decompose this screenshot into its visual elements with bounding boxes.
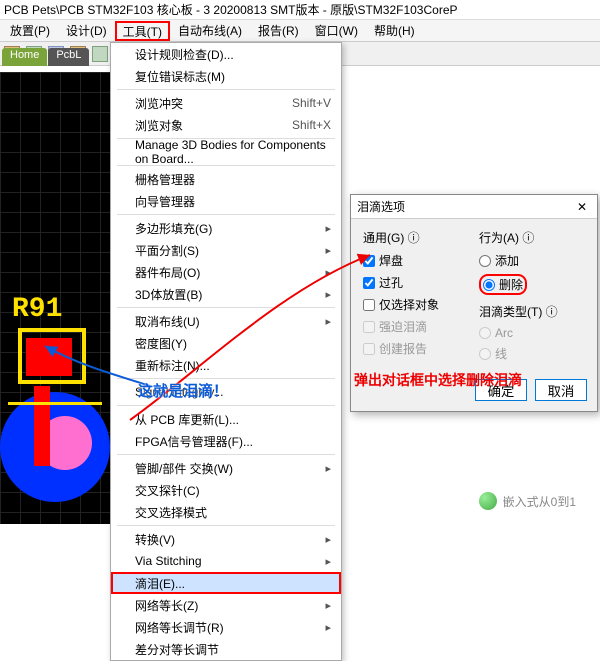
menu-item-label: 设计规则检查(D)...	[135, 46, 234, 63]
menu-item-label: 向导管理器	[135, 193, 195, 210]
menu-item[interactable]: 管脚/部件 交换(W)	[111, 457, 341, 479]
tool-icon[interactable]	[92, 46, 108, 62]
annotation-teardrop: 这就是泪滴！	[138, 380, 228, 401]
group-general: 通用(G) ⓘ	[363, 229, 469, 246]
menu-item-label: Manage 3D Bodies for Components on Board…	[135, 138, 331, 166]
menu-item-label: FPGA信号管理器(F)...	[135, 433, 253, 450]
menu-item[interactable]: 网络等长(Z)	[111, 594, 341, 616]
menu-item[interactable]: 交叉探针(C)	[111, 479, 341, 501]
menu-shortcut: Shift+X	[292, 118, 331, 132]
silk-line	[8, 402, 102, 482]
menu-autoroute[interactable]: 自动布线(A)	[170, 20, 250, 42]
menu-item[interactable]: 栅格管理器	[111, 168, 341, 190]
window-titlebar: PCB Pets\PCB STM32F103 核心板 - 3 20200813 …	[0, 0, 600, 20]
menu-item-label: 交叉探针(C)	[135, 482, 200, 499]
menu-item[interactable]: 复位错误标志(M)	[111, 65, 341, 87]
refdes-label: R91	[12, 294, 62, 325]
menu-design[interactable]: 设计(D)	[58, 20, 115, 42]
opt-arc: Arc	[479, 326, 585, 340]
menu-item-label: Via Stitching	[135, 554, 202, 568]
tab-label: Home	[10, 49, 39, 61]
group-action: 行为(A) ⓘ	[479, 229, 585, 246]
wechat-icon	[479, 492, 497, 510]
menu-item[interactable]: 滴泪(E)...	[111, 572, 341, 594]
menu-place[interactable]: 放置(P)	[2, 20, 58, 42]
help-icon[interactable]: ⓘ	[546, 305, 558, 319]
annotation-dialog: 弹出对话框中选择删除泪滴	[354, 370, 522, 390]
highlight-circle: 删除	[479, 274, 527, 295]
menu-item[interactable]: 转换(V)	[111, 528, 341, 550]
tab-home[interactable]: Home	[2, 48, 47, 66]
menu-shortcut: Shift+V	[292, 96, 331, 110]
menu-item-label: 转换(V)	[135, 531, 175, 548]
menu-item[interactable]: 网络等长调节(R)	[111, 616, 341, 638]
menu-item-label: 复位错误标志(M)	[135, 68, 225, 85]
close-icon[interactable]: ✕	[573, 200, 591, 214]
watermark: 嵌入式从0到1	[479, 492, 576, 510]
help-icon[interactable]: ⓘ	[408, 231, 420, 245]
opt-line: 线	[479, 345, 585, 362]
dialog-title: 泪滴选项	[357, 198, 405, 215]
menu-item-label: 差分对等长调节	[135, 641, 219, 658]
menu-item[interactable]: Via Stitching	[111, 550, 341, 572]
menu-item[interactable]: Manage 3D Bodies for Components on Board…	[111, 141, 341, 163]
document-tabs: Home PcbL	[2, 48, 89, 66]
tab-pcb[interactable]: PcbL	[48, 48, 89, 66]
menu-item[interactable]: 差分对等长调节	[111, 638, 341, 660]
menu-item-label: 多边形填充(G)	[135, 220, 212, 237]
menu-item-label: 管脚/部件 交换(W)	[135, 460, 233, 477]
menu-item-label: 交叉选择模式	[135, 504, 207, 521]
pcb-canvas[interactable]: R91	[0, 72, 110, 524]
menu-item-label: 网络等长调节(R)	[135, 619, 224, 636]
menu-item[interactable]: FPGA信号管理器(F)...	[111, 430, 341, 452]
menu-item-label: 浏览冲突	[135, 95, 183, 112]
opt-delete[interactable]: 删除	[483, 276, 523, 293]
group-td-type: 泪滴类型(T) ⓘ	[479, 303, 585, 320]
menu-item[interactable]: 浏览冲突 Shift+V	[111, 92, 341, 114]
tab-label: PcbL	[56, 49, 81, 61]
menu-tools[interactable]: 工具(T)	[115, 21, 170, 41]
menu-item[interactable]: 向导管理器	[111, 190, 341, 212]
menu-item[interactable]: 多边形填充(G)	[111, 217, 341, 239]
cancel-button[interactable]: 取消	[535, 379, 587, 401]
menu-item-label: 滴泪(E)...	[135, 575, 185, 592]
menu-item-label: 浏览对象	[135, 117, 183, 134]
menu-item-label: 网络等长(Z)	[135, 597, 198, 614]
menu-item[interactable]: 设计规则检查(D)...	[111, 43, 341, 65]
menu-item-label: 栅格管理器	[135, 171, 195, 188]
menu-item[interactable]: 交叉选择模式	[111, 501, 341, 523]
menu-help[interactable]: 帮助(H)	[366, 20, 423, 42]
opt-add[interactable]: 添加	[479, 252, 585, 269]
menu-report[interactable]: 报告(R)	[250, 20, 307, 42]
menu-item[interactable]: 浏览对象 Shift+X	[111, 114, 341, 136]
help-icon[interactable]: ⓘ	[522, 231, 534, 245]
menu-window[interactable]: 窗口(W)	[307, 20, 366, 42]
menubar: 放置(P) 设计(D) 工具(T) 自动布线(A) 报告(R) 窗口(W) 帮助…	[0, 20, 600, 42]
